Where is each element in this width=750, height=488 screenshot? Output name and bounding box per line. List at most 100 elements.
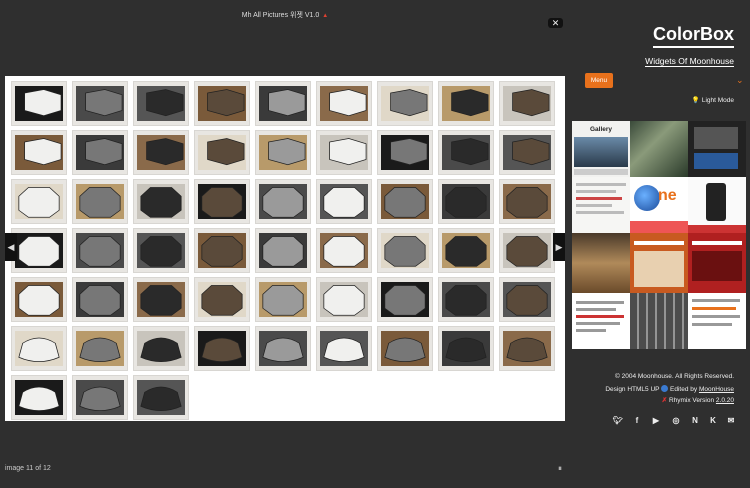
collage-tile[interactable] (688, 233, 746, 293)
gallery-thumbnail[interactable] (133, 228, 189, 273)
recent-pictures-collage[interactable]: Gallery ne (572, 121, 746, 349)
gallery-thumbnail[interactable] (133, 375, 189, 420)
gallery-thumbnail[interactable] (255, 228, 311, 273)
close-icon[interactable]: ✕ (548, 18, 563, 28)
gallery-thumbnail[interactable] (438, 228, 494, 273)
gallery-thumbnail[interactable] (499, 130, 555, 175)
gallery-thumbnail[interactable] (255, 277, 311, 322)
footer-copyright: © 2004 Moonhouse. All Rights Reserved. (615, 373, 734, 380)
gallery-thumbnail[interactable] (194, 326, 250, 371)
gallery-thumbnail[interactable] (11, 130, 67, 175)
site-logo[interactable]: ColorBox (653, 24, 734, 48)
gallery-thumbnail[interactable] (377, 326, 433, 371)
gallery-thumbnail[interactable] (316, 326, 372, 371)
image-counter: image 11 of 12 (5, 465, 51, 472)
gallery-thumbnail[interactable] (377, 179, 433, 224)
moonhouse-link[interactable]: MoonHouse (699, 386, 734, 393)
gallery-thumbnail[interactable] (133, 130, 189, 175)
gallery-thumbnail[interactable] (72, 326, 128, 371)
collage-tile[interactable] (688, 177, 746, 233)
social-links: 🐦︎ f ▶ ◎ N K ✉ (612, 415, 737, 427)
gallery-thumbnail[interactable] (316, 228, 372, 273)
gallery-thumbnail[interactable] (11, 228, 67, 273)
collage-tile[interactable] (688, 121, 746, 177)
gallery-thumbnail[interactable] (194, 130, 250, 175)
site-subtitle[interactable]: Widgets Of Moonhouse (645, 56, 734, 67)
gallery-thumbnail[interactable] (438, 179, 494, 224)
collage-tile[interactable] (630, 293, 688, 349)
design-globe-icon (661, 385, 669, 392)
pause-icon[interactable]: ⏸ (558, 464, 562, 474)
gallery-thumbnail[interactable] (255, 179, 311, 224)
footer-version: ✗ Rhymix Version 2.0.20 (661, 397, 734, 404)
gallery-thumbnail[interactable] (11, 81, 67, 126)
collage-tile[interactable] (572, 293, 630, 349)
collage-tile[interactable] (572, 177, 630, 233)
gallery-thumbnail[interactable] (499, 81, 555, 126)
gallery-thumbnail[interactable] (72, 228, 128, 273)
gallery-thumbnail[interactable] (133, 81, 189, 126)
thumbnail-gallery (5, 76, 565, 421)
gallery-thumbnail[interactable] (194, 228, 250, 273)
gallery-thumbnail[interactable] (377, 228, 433, 273)
title-dot-icon: ▲ (322, 13, 329, 19)
collage-tile[interactable] (572, 233, 630, 293)
gallery-thumbnail[interactable] (499, 326, 555, 371)
collage-tile[interactable] (688, 293, 746, 349)
kakao-icon[interactable]: K (707, 415, 719, 427)
gallery-thumbnail[interactable] (438, 81, 494, 126)
collage-tile[interactable]: ne (630, 177, 688, 233)
gallery-thumbnail[interactable] (133, 326, 189, 371)
gallery-thumbnail[interactable] (438, 277, 494, 322)
rhymix-logo-icon: ✗ (661, 397, 668, 404)
naver-icon[interactable]: N (689, 415, 701, 427)
gallery-thumbnail[interactable] (316, 277, 372, 322)
instagram-icon[interactable]: ◎ (670, 415, 682, 427)
gallery-thumbnail[interactable] (133, 179, 189, 224)
gallery-thumbnail[interactable] (194, 179, 250, 224)
light-mode-toggle[interactable]: 💡 Light Mode (692, 96, 734, 104)
gallery-thumbnail[interactable] (72, 179, 128, 224)
gallery-thumbnail[interactable] (194, 277, 250, 322)
gallery-thumbnail[interactable] (72, 81, 128, 126)
gallery-thumbnail[interactable] (72, 277, 128, 322)
gallery-thumbnail[interactable] (438, 326, 494, 371)
gallery-thumbnail[interactable] (377, 130, 433, 175)
chevron-left-icon[interactable]: ◀ (5, 233, 17, 261)
menu-button[interactable]: Menu (585, 73, 613, 88)
gallery-thumbnail[interactable] (11, 375, 67, 420)
gallery-thumbnail[interactable] (11, 326, 67, 371)
gallery-thumbnail[interactable] (499, 228, 555, 273)
footer-credits: Design HTML5 UP Edited by MoonHouse (605, 385, 734, 393)
rhymix-version-link[interactable]: 2.0.20 (716, 397, 734, 404)
gallery-thumbnail[interactable] (72, 375, 128, 420)
gallery-thumbnail[interactable] (72, 130, 128, 175)
twitter-icon[interactable]: 🐦︎ (612, 415, 624, 427)
gallery-thumbnail[interactable] (499, 277, 555, 322)
gallery-thumbnail[interactable] (316, 179, 372, 224)
gallery-thumbnail[interactable] (316, 130, 372, 175)
gallery-thumbnail[interactable] (499, 179, 555, 224)
gallery-thumbnail[interactable] (438, 130, 494, 175)
gallery-thumbnail[interactable] (316, 81, 372, 126)
gallery-thumbnail[interactable] (255, 81, 311, 126)
collage-tile[interactable]: Gallery (572, 121, 630, 177)
collage-tile[interactable] (630, 121, 688, 177)
gallery-thumbnail[interactable] (255, 130, 311, 175)
gallery-thumbnail[interactable] (133, 277, 189, 322)
collage-caption: Gallery (590, 126, 613, 133)
chevron-right-icon[interactable]: ▶ (553, 233, 565, 261)
gallery-thumbnail[interactable] (194, 81, 250, 126)
collage-tile[interactable] (630, 233, 688, 293)
gallery-thumbnail[interactable] (11, 277, 67, 322)
email-icon[interactable]: ✉ (725, 415, 737, 427)
bulb-icon: 💡 (691, 97, 701, 104)
window-title: Mh All Pictures 위젯 V1.0 ▲ (241, 12, 329, 19)
youtube-icon[interactable]: ▶ (650, 415, 662, 427)
gallery-thumbnail[interactable] (377, 81, 433, 126)
chevron-down-icon[interactable]: ⌄ (736, 76, 744, 85)
gallery-thumbnail[interactable] (255, 326, 311, 371)
gallery-thumbnail[interactable] (377, 277, 433, 322)
gallery-thumbnail[interactable] (11, 179, 67, 224)
facebook-icon[interactable]: f (631, 415, 643, 427)
